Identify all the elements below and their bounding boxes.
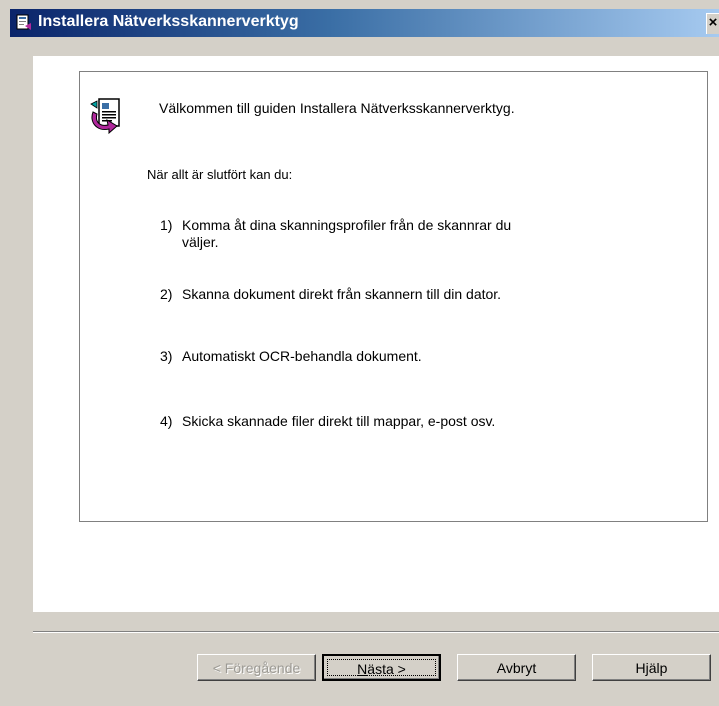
help-button[interactable]: Hjälp xyxy=(592,654,711,681)
list-item: 4) Skicka skannade filer direkt till map… xyxy=(160,413,540,430)
list-item-number: 2) xyxy=(160,286,173,302)
back-button[interactable]: < Föregående xyxy=(197,654,316,681)
list-item-number: 3) xyxy=(160,348,173,364)
button-separator xyxy=(33,631,719,633)
close-icon: × xyxy=(708,14,718,31)
document-wizard-icon xyxy=(87,96,125,135)
close-button[interactable]: × xyxy=(706,13,719,34)
window-title: Installera Nätverksskannerverktyg xyxy=(38,13,299,30)
cancel-button[interactable]: Avbryt xyxy=(457,654,576,681)
installer-icon xyxy=(16,14,32,31)
focus-rect xyxy=(327,659,436,676)
intro-text: När allt är slutfört kan du: xyxy=(147,167,293,182)
list-item: 1) Komma åt dina skanningsprofiler från … xyxy=(160,217,540,251)
list-item-number: 1) xyxy=(160,217,173,233)
list-item-text: Skanna dokument direkt från skannern til… xyxy=(182,286,502,302)
list-item-text: Skicka skannade filer direkt till mappar… xyxy=(182,413,496,429)
list-item-text: Komma åt dina skanningsprofiler från de … xyxy=(182,217,512,250)
list-item: 2) Skanna dokument direkt från skannern … xyxy=(160,286,540,303)
installer-window: Installera Nätverksskannerverktyg × Välk… xyxy=(0,0,719,706)
title-bar[interactable]: Installera Nätverksskannerverktyg × xyxy=(10,9,719,37)
list-item-text: Automatiskt OCR-behandla dokument. xyxy=(182,348,422,364)
list-item: 3) Automatiskt OCR-behandla dokument. xyxy=(160,348,540,365)
list-item-number: 4) xyxy=(160,413,173,429)
next-button[interactable]: Nästa > xyxy=(322,654,441,681)
welcome-heading: Välkommen till guiden Installera Nätverk… xyxy=(159,100,515,116)
